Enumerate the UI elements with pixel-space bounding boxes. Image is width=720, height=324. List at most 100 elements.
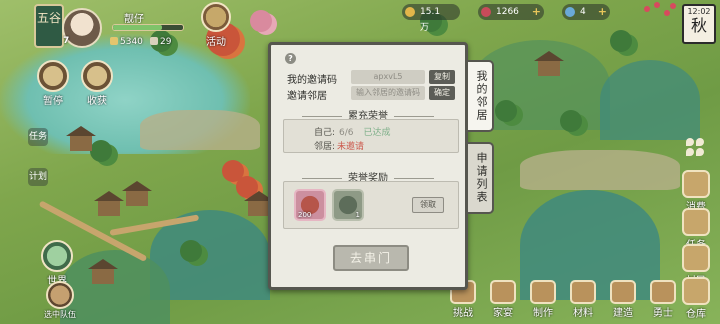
player-info: 靓仔 5340 29	[104, 10, 184, 50]
world-icon	[41, 240, 73, 272]
building[interactable]	[122, 181, 152, 206]
plan-tab[interactable]: 计划	[28, 168, 48, 186]
materials-icon	[570, 280, 596, 304]
cliff	[520, 150, 680, 190]
activity-label: 活动	[206, 37, 226, 48]
reward-item-2[interactable]: 1	[332, 189, 364, 221]
self-status: 已达成	[363, 128, 391, 138]
visit-neighbor-button[interactable]: 去串门	[333, 245, 409, 271]
activity-button[interactable]: 活动	[196, 2, 236, 48]
pause-button[interactable]: 暂停	[36, 60, 70, 107]
banquet-icon	[490, 280, 516, 304]
cliff	[140, 110, 260, 150]
reward-2-count: 1	[355, 211, 360, 219]
add-gems-button[interactable]: +	[532, 4, 541, 20]
my-code-label: 我的邀请码	[287, 75, 337, 86]
building[interactable]	[66, 126, 96, 151]
tree	[610, 30, 632, 52]
stat-coins: 5340	[110, 37, 143, 47]
person-icon	[150, 37, 158, 45]
tree	[180, 240, 202, 262]
build-button[interactable]: 建造	[606, 280, 640, 320]
resource-gems-value: 1266	[496, 7, 519, 17]
player-name: 靓仔	[124, 14, 144, 25]
clock-season: 秋	[690, 16, 707, 35]
building[interactable]	[94, 191, 124, 216]
resource-tickets-value: 4	[580, 7, 586, 17]
claim-button[interactable]: 领取	[412, 197, 444, 213]
season-badge[interactable]: 五谷	[34, 4, 64, 48]
warrior-icon	[650, 280, 676, 304]
building[interactable]	[88, 259, 118, 284]
tree	[560, 110, 582, 132]
pause-label: 暂停	[43, 96, 63, 107]
consume-icon	[682, 170, 710, 198]
tab-my-neighbors[interactable]: 我的邻居	[468, 60, 494, 132]
materials-label: 材料	[573, 308, 593, 319]
plan-tab-label: 计划	[28, 172, 47, 182]
build-icon	[610, 280, 636, 304]
reward-item-1[interactable]: 200	[294, 189, 326, 221]
villager-icon	[682, 244, 710, 272]
warrior-label: 勇士	[653, 308, 673, 319]
tree	[495, 100, 517, 122]
clock-time: 12:02	[687, 7, 711, 16]
stat-people: 29	[150, 37, 171, 47]
exp-bar-fill	[113, 25, 162, 30]
team-avatar-icon	[46, 281, 74, 309]
neighbor-dialog: ? 我的邀请码 apxvL5 复制 邀请邻居 输入邻居的邀请码 确定 累充荣誉 …	[268, 42, 468, 290]
building[interactable]	[244, 191, 274, 216]
exp-bar	[112, 24, 184, 31]
harvest-button[interactable]: 收获	[80, 60, 114, 107]
add-tickets-button[interactable]: +	[598, 4, 607, 20]
banquet-label: 家宴	[493, 308, 513, 319]
harvest-label: 收获	[87, 96, 107, 107]
resource-coins[interactable]: 15.1万	[402, 4, 460, 33]
harvest-icon	[81, 60, 113, 92]
task-tab-label: 任务	[28, 132, 47, 142]
ticket-icon	[565, 7, 575, 17]
gem-icon	[481, 7, 491, 17]
building[interactable]	[534, 51, 564, 76]
warrior-button[interactable]: 勇士	[646, 280, 680, 320]
invite-label: 邀请邻居	[287, 91, 327, 102]
challenge-label: 挑战	[453, 308, 473, 319]
help-icon[interactable]: ?	[285, 53, 296, 64]
plum-blossom-decoration	[640, 0, 680, 26]
materials-button[interactable]: 材料	[566, 280, 600, 320]
team-label: 选中队伍	[44, 310, 76, 319]
fan-icon[interactable]	[686, 138, 706, 158]
warehouse-button[interactable]: 仓库	[676, 277, 716, 320]
warehouse-label: 仓库	[686, 309, 706, 320]
stat-coins-value: 5340	[120, 37, 143, 47]
invite-code-input[interactable]: 输入邻居的邀请码	[351, 86, 425, 100]
stat-people-value: 29	[160, 37, 172, 47]
self-label: 自己:	[314, 128, 336, 138]
self-value: 6/6	[339, 128, 354, 138]
crafting-label: 制作	[533, 308, 553, 319]
crafting-icon	[530, 280, 556, 304]
honor-panel: 自己: 6/6 已达成 邻居: 未邀请	[283, 119, 459, 153]
consume-button[interactable]: 消费	[676, 170, 716, 213]
resource-tickets[interactable]: 4 +	[562, 4, 610, 20]
self-progress-row: 自己: 6/6 已达成	[314, 125, 391, 138]
resource-gems[interactable]: 1266 +	[478, 4, 544, 20]
reward-1-count: 200	[298, 211, 312, 219]
copy-button[interactable]: 复制	[429, 70, 455, 84]
task-scroll-icon	[682, 208, 710, 236]
coin-icon	[405, 7, 415, 17]
confirm-button[interactable]: 确定	[429, 86, 455, 100]
activity-icon	[201, 2, 231, 32]
coin-icon	[110, 37, 118, 45]
game-clock[interactable]: 12:02 秋	[682, 4, 716, 44]
tab-application-list[interactable]: 申请列表	[468, 142, 494, 214]
team-button[interactable]: 选中队伍	[40, 281, 80, 320]
my-code-value: apxvL5	[351, 70, 425, 84]
crafting-button[interactable]: 制作	[526, 280, 560, 320]
task-tab[interactable]: 任务	[28, 128, 48, 146]
player-level: 7	[63, 36, 70, 46]
world-button[interactable]: 世界	[40, 240, 74, 287]
tree	[90, 140, 112, 162]
banquet-button[interactable]: 家宴	[486, 280, 520, 320]
bottom-action-bar: 挑战 家宴 制作 材料 建造 勇士	[446, 280, 680, 320]
